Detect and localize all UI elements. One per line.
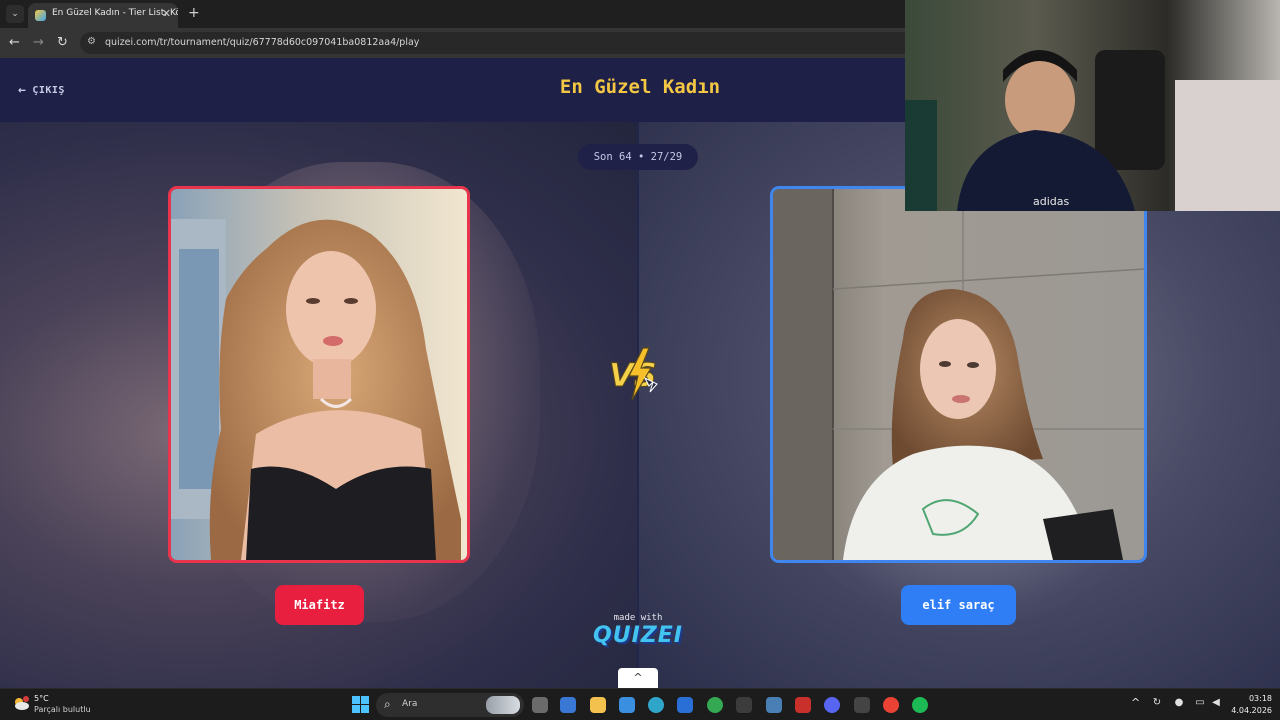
tab-close-icon[interactable]: ✕ [162, 7, 171, 20]
choose-left-button[interactable]: Miafitz [275, 585, 364, 625]
obs-icon[interactable] [854, 697, 870, 713]
taskbar-search[interactable]: ⌕ Ara [376, 693, 524, 717]
windows-start-icon[interactable] [352, 696, 369, 713]
sync-icon[interactable]: ↻ [1151, 697, 1163, 709]
contestant-card-right[interactable] [770, 186, 1147, 563]
url-text: quizei.com/tr/tournament/quiz/67778d60c0… [105, 37, 420, 48]
video-app-icon[interactable] [795, 697, 811, 713]
weather-temperature: 5°C [34, 694, 49, 703]
weather-description: Parçalı bulutlu [34, 705, 91, 714]
webcam-overlay: adidas [905, 0, 1280, 211]
expand-up-chevron-icon[interactable]: ^ [618, 668, 658, 688]
clock-time[interactable]: 03:18 [1242, 694, 1272, 703]
made-with-branding[interactable]: made with QUIZEI [590, 613, 686, 648]
back-arrow-icon[interactable]: ← [9, 35, 20, 50]
clock-date[interactable]: 4.04.2026 [1224, 706, 1272, 715]
new-tab-button[interactable]: + [188, 5, 200, 21]
search-icon: ⌕ [384, 697, 391, 711]
tab-favicon-icon [35, 10, 46, 21]
microphone-icon[interactable]: ● [1173, 697, 1185, 709]
network-icon[interactable]: ▭ [1194, 697, 1206, 709]
contestant-photo-left [171, 189, 467, 560]
file-explorer-icon[interactable] [590, 697, 606, 713]
volume-icon[interactable]: ◀ [1210, 697, 1222, 709]
steam-icon[interactable] [766, 697, 782, 713]
edge-icon[interactable] [648, 697, 664, 713]
notepad-icon[interactable] [619, 697, 635, 713]
svg-text:adidas: adidas [1033, 195, 1070, 208]
center-divider [637, 122, 639, 688]
search-highlight-icon [486, 696, 520, 714]
discord-icon[interactable] [824, 697, 840, 713]
tray-overflow-chevron-icon[interactable]: ^ [1131, 696, 1140, 709]
chrome-active-icon[interactable] [883, 697, 899, 713]
screen: ⌄ En Güzel Kadın - Tier List, Kör S ✕ + … [0, 0, 1280, 720]
contestant-photo-right [773, 189, 1144, 560]
made-with-label: made with [613, 613, 663, 623]
browser-tab[interactable]: En Güzel Kadın - Tier List, Kör S ✕ [28, 3, 178, 28]
task-view-icon[interactable] [532, 697, 548, 713]
forward-arrow-icon[interactable]: → [33, 35, 44, 50]
store-icon[interactable] [560, 697, 576, 713]
mail-icon[interactable] [677, 697, 693, 713]
tab-search-button[interactable]: ⌄ [6, 5, 24, 23]
round-badge: Son 64 • 27/29 [578, 144, 698, 170]
search-placeholder: Ara [402, 699, 418, 709]
reload-icon[interactable]: ↻ [57, 35, 68, 50]
choose-right-button[interactable]: elif saraç [901, 585, 1016, 625]
contestant-card-left[interactable] [168, 186, 470, 563]
windows-taskbar: 5°C Parçalı bulutlu ⌕ Ara ^ ↻ ● ▭ ◀ 03:1… [0, 688, 1280, 720]
site-info-icon[interactable]: ⚙ [87, 36, 96, 47]
tab-title: En Güzel Kadın - Tier List, Kör S [52, 8, 178, 18]
app-icon[interactable] [736, 697, 752, 713]
quizei-logo: QUIZEI [593, 623, 683, 648]
weather-cloud-icon[interactable] [12, 695, 30, 713]
chrome-icon[interactable] [707, 697, 723, 713]
spotify-icon[interactable] [912, 697, 928, 713]
versus-emblem: VS [609, 347, 658, 401]
